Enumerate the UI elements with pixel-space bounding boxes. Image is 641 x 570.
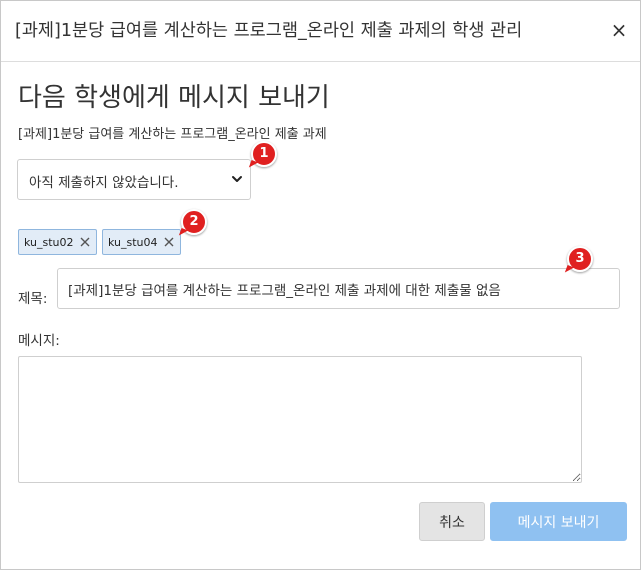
recipient-tag-label: ku_stu04	[108, 236, 158, 249]
subject-label: 제목:	[18, 291, 48, 307]
select-value: 아직 제출하지 않았습니다.	[29, 175, 179, 191]
recipient-tag: ku_stu04	[102, 229, 181, 255]
close-icon[interactable]	[163, 236, 175, 248]
recipient-tag: ku_stu02	[18, 229, 97, 255]
assignment-subheading: [과제]1분당 급여를 계산하는 프로그램_온라인 제출 과제	[18, 127, 327, 142]
annotation-marker-2: 2	[181, 209, 207, 235]
cancel-button[interactable]: 취소	[419, 502, 485, 541]
annotation-marker-1: 1	[251, 141, 277, 167]
page-heading: 다음 학생에게 메시지 보내기	[18, 83, 330, 113]
dialog-title: [과제]1분당 급여를 계산하는 프로그램_온라인 제출 과제의 학생 관리	[15, 21, 523, 41]
close-icon[interactable]	[79, 236, 91, 248]
subject-input[interactable]	[57, 268, 620, 309]
message-dialog: [과제]1분당 급여를 계산하는 프로그램_온라인 제출 과제의 학생 관리 ×…	[0, 0, 641, 570]
recipient-tag-label: ku_stu02	[24, 236, 74, 249]
chevron-down-icon	[232, 176, 242, 182]
message-textarea[interactable]	[18, 356, 582, 483]
dialog-header: [과제]1분당 급여를 계산하는 프로그램_온라인 제출 과제의 학생 관리 ×	[1, 1, 640, 62]
send-message-button[interactable]: 메시지 보내기	[490, 502, 627, 541]
close-button[interactable]: ×	[608, 17, 630, 43]
close-icon: ×	[610, 18, 628, 42]
submission-filter-select[interactable]: 아직 제출하지 않았습니다.	[17, 159, 251, 200]
annotation-marker-3: 3	[567, 246, 593, 272]
message-label: 메시지:	[18, 333, 60, 349]
